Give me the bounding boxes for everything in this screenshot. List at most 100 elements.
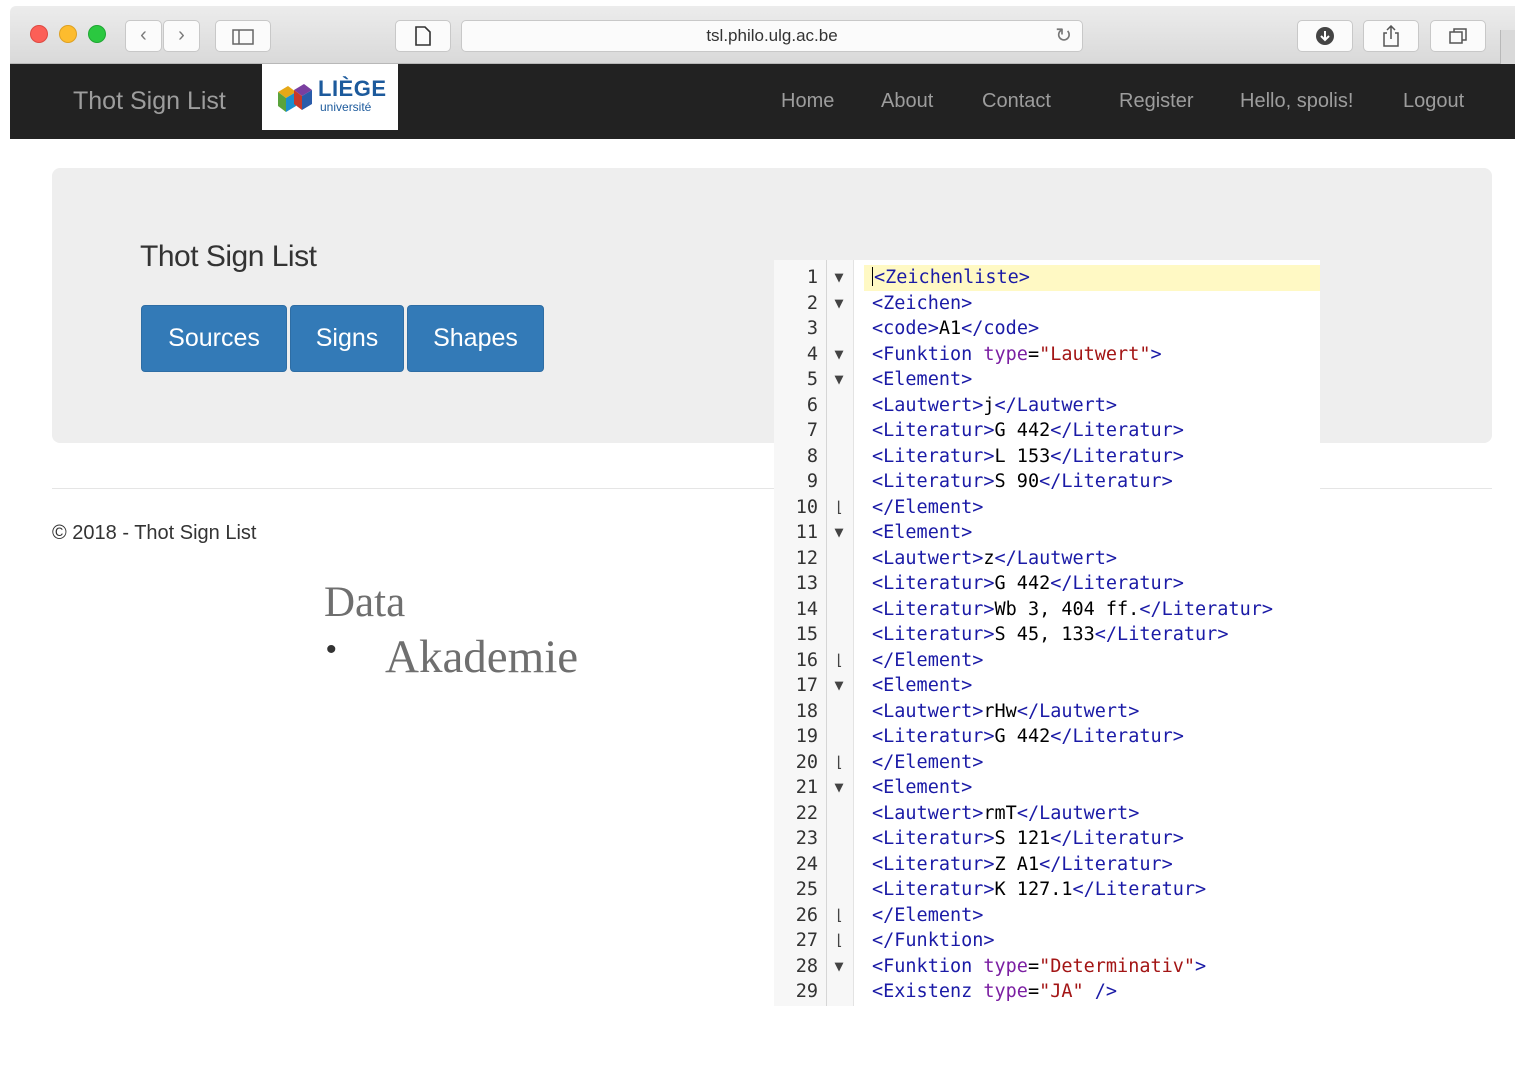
fold-toggle-icon[interactable]: ▼ <box>830 291 848 317</box>
code-line[interactable]: 20 ⌊ </Element> <box>774 750 1320 776</box>
line-number: 29 <box>795 981 818 1002</box>
code-line[interactable]: 7 <Literatur>G 442</Literatur> <box>774 418 1320 444</box>
line-number: 28 <box>795 955 818 977</box>
code-line[interactable]: 6 <Lautwert>j</Lautwert> <box>774 393 1320 419</box>
code-text: </Element> <box>872 496 984 518</box>
share-icon <box>1383 24 1399 47</box>
code-line[interactable]: 12 <Lautwert>z</Lautwert> <box>774 546 1320 572</box>
code-line[interactable]: 22 <Lautwert>rmT</Lautwert> <box>774 801 1320 827</box>
code-line[interactable]: 27 ⌊ </Funktion> <box>774 928 1320 954</box>
line-number: 14 <box>795 598 818 620</box>
tabs-button[interactable] <box>1430 20 1486 52</box>
download-button[interactable] <box>1297 20 1353 52</box>
sidebar-icon <box>232 29 254 45</box>
code-line[interactable]: 16 ⌊ </Element> <box>774 648 1320 674</box>
line-number: 17 <box>795 675 818 696</box>
code-line[interactable]: 19 <Literatur>G 442</Literatur> <box>774 724 1320 750</box>
fold-toggle-icon[interactable]: ▼ <box>830 954 848 980</box>
code-text: <Lautwert>j</Lautwert> <box>872 394 1118 416</box>
liege-cube-icon <box>278 84 312 112</box>
liege-logo[interactable]: LIÈGE université <box>262 64 398 130</box>
line-number: 3 <box>806 318 818 339</box>
code-line[interactable]: 15 <Literatur>S 45, 133</Literatur> <box>774 622 1320 648</box>
code-text: <Lautwert>rHw</Lautwert> <box>872 700 1140 722</box>
tabs-icon <box>1449 28 1467 44</box>
share-button[interactable] <box>1363 20 1419 52</box>
code-line[interactable]: 1 ▼ <Zeichenliste> <box>774 265 1320 291</box>
fold-toggle-icon[interactable]: ▼ <box>830 775 848 801</box>
line-number: 6 <box>806 394 818 416</box>
code-text: <Lautwert>z</Lautwert> <box>872 547 1118 569</box>
code-text: <Zeichen> <box>872 292 973 314</box>
code-line[interactable]: 10 ⌊ </Element> <box>774 495 1320 521</box>
sources-button[interactable]: Sources <box>141 305 287 372</box>
line-number: 11 <box>795 522 818 543</box>
code-line[interactable]: 11 ▼ <Element> <box>774 520 1320 546</box>
site-navbar: Thot Sign List LIÈGE université Home Abo… <box>10 64 1515 139</box>
sidebar-button[interactable] <box>215 20 271 52</box>
bullet-icon: • <box>326 633 337 666</box>
fold-toggle-icon[interactable]: ▼ <box>830 342 848 368</box>
zoom-window-button[interactable] <box>88 25 106 43</box>
code-text: <Literatur>L 153</Literatur> <box>872 445 1184 467</box>
code-line[interactable]: 18 <Lautwert>rHw</Lautwert> <box>774 699 1320 725</box>
code-text: <Element> <box>872 675 973 696</box>
code-line[interactable]: 25 <Literatur>K 127.1</Literatur> <box>774 877 1320 903</box>
nav-home[interactable]: Home <box>781 64 834 139</box>
brand-link[interactable]: Thot Sign List <box>73 64 226 139</box>
nav-about[interactable]: About <box>881 64 933 139</box>
code-text: <Existenz type="JA" /> <box>872 981 1118 1002</box>
fold-end-icon: ⌊ <box>834 905 844 924</box>
line-number: 5 <box>806 369 818 390</box>
code-text: <Literatur>S 121</Literatur> <box>872 828 1184 849</box>
line-number: 12 <box>795 547 818 569</box>
code-line[interactable]: 24 <Literatur>Z A1</Literatur> <box>774 852 1320 878</box>
page-icon <box>415 26 431 46</box>
code-line[interactable]: 2 ▼ <Zeichen> <box>774 291 1320 317</box>
code-text: <Literatur>S 90</Literatur> <box>872 471 1173 492</box>
code-line[interactable]: 28 ▼ <Funktion type="Determinativ"> <box>774 954 1320 980</box>
nav-logout[interactable]: Logout <box>1403 64 1464 139</box>
code-line[interactable]: 4 ▼ <Funktion type="Lautwert"> <box>774 342 1320 368</box>
fold-end-icon: ⌊ <box>834 650 844 669</box>
line-number: 22 <box>795 802 818 824</box>
xml-editor[interactable]: 1 ▼ <Zeichenliste> 2 ▼ <Zeichen> 3 <code>A1</co… <box>774 260 1320 1006</box>
code-line[interactable]: 9 <Literatur>S 90</Literatur> <box>774 469 1320 495</box>
code-line[interactable]: 29 <Existenz type="JA" /> <box>774 979 1320 1005</box>
line-number: 26 <box>795 904 818 926</box>
code-line[interactable]: 14 <Literatur>Wb 3, 404 ff.</Literatur> <box>774 597 1320 623</box>
fold-toggle-icon[interactable]: ▼ <box>830 520 848 546</box>
line-number: 1 <box>806 267 818 288</box>
line-number: 18 <box>795 700 818 722</box>
code-line[interactable]: 13 <Literatur>G 442</Literatur> <box>774 571 1320 597</box>
fold-toggle-icon[interactable]: ▼ <box>830 367 848 393</box>
data-list-item: Akademie <box>385 631 579 683</box>
minimize-window-button[interactable] <box>59 25 77 43</box>
code-line[interactable]: 17 ▼ <Element> <box>774 673 1320 699</box>
code-line[interactable]: 23 <Literatur>S 121</Literatur> <box>774 826 1320 852</box>
forward-button[interactable]: › <box>163 20 200 52</box>
nav-contact[interactable]: Contact <box>982 64 1051 139</box>
code-line[interactable]: 5 ▼ <Element> <box>774 367 1320 393</box>
code-line[interactable]: 26 ⌊ </Element> <box>774 903 1320 929</box>
line-number: 20 <box>795 751 818 773</box>
code-line[interactable]: 8 <Literatur>L 153</Literatur> <box>774 444 1320 470</box>
download-icon <box>1316 27 1334 45</box>
data-title: Data <box>324 579 406 626</box>
back-button[interactable]: ‹ <box>125 20 162 52</box>
nav-user-greeting[interactable]: Hello, spolis! <box>1240 64 1353 139</box>
signs-button[interactable]: Signs <box>290 305 404 372</box>
reload-icon[interactable]: ↻ <box>1055 21 1072 51</box>
fold-end-icon: ⌊ <box>834 497 844 516</box>
code-text: <Lautwert>rmT</Lautwert> <box>872 802 1140 824</box>
code-line[interactable]: 3 <code>A1</code> <box>774 316 1320 342</box>
shapes-button[interactable]: Shapes <box>407 305 544 372</box>
line-number: 13 <box>795 573 818 594</box>
nav-register[interactable]: Register <box>1119 64 1193 139</box>
fold-toggle-icon[interactable]: ▼ <box>830 265 848 291</box>
close-window-button[interactable] <box>30 25 48 43</box>
page-button[interactable] <box>395 20 451 52</box>
fold-toggle-icon[interactable]: ▼ <box>830 673 848 699</box>
code-line[interactable]: 21 ▼ <Element> <box>774 775 1320 801</box>
address-bar[interactable]: tsl.philo.ulg.ac.be ↻ <box>461 20 1083 52</box>
